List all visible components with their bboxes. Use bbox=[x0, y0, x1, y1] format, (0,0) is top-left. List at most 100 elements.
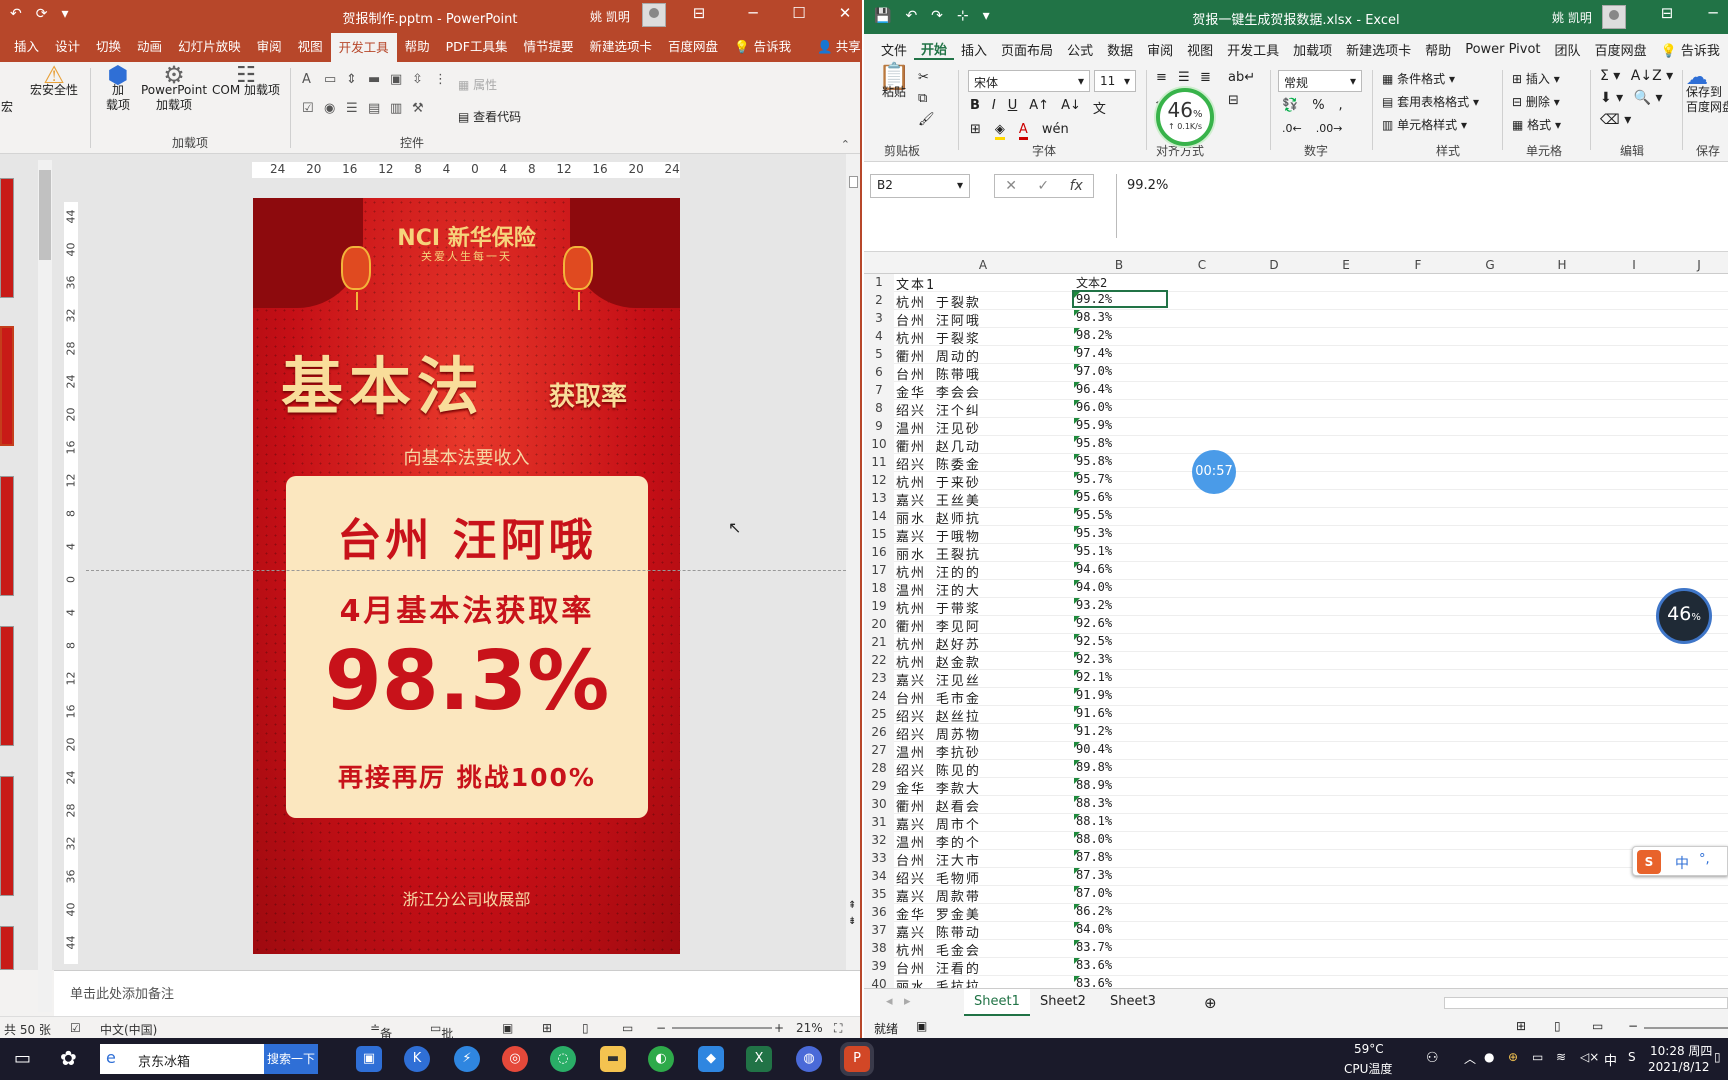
cell-b[interactable]: 94.0% bbox=[1074, 580, 1166, 594]
macros-button[interactable]: 宏 bbox=[0, 100, 14, 115]
tell-me[interactable]: 💡 告诉我 bbox=[1654, 40, 1727, 59]
cell-a[interactable]: 杭州 于裂浆 bbox=[894, 328, 1070, 347]
align-top-icon[interactable]: ≡ bbox=[1156, 70, 1178, 85]
cell-b[interactable]: 84.0% bbox=[1074, 922, 1166, 936]
tab-new[interactable]: 新建选项卡 bbox=[1339, 40, 1418, 59]
ribbon-display-icon[interactable]: ⊟ bbox=[676, 4, 722, 22]
table-row[interactable]: 14 丽水 赵师抗 95.5% bbox=[864, 508, 1728, 527]
table-row[interactable]: 34 绍兴 毛物师 87.3% bbox=[864, 868, 1728, 887]
border-icon[interactable]: ⊞ bbox=[970, 122, 981, 140]
sorter-view-icon[interactable]: ⊞ bbox=[542, 1021, 552, 1035]
tray-green-icon[interactable]: ● bbox=[1484, 1050, 1494, 1064]
column-header-e[interactable]: E bbox=[1310, 258, 1382, 272]
number-format-select[interactable]: 常规 ▾ bbox=[1278, 70, 1362, 92]
tab-animations[interactable]: 动画 bbox=[129, 32, 170, 62]
row-number[interactable]: 30 bbox=[864, 796, 894, 814]
row-number[interactable]: 16 bbox=[864, 544, 894, 562]
cell-a[interactable]: 丽水 王裂抗 bbox=[894, 544, 1070, 563]
cell-b[interactable]: 94.6% bbox=[1074, 562, 1166, 576]
table-row[interactable]: 31 嘉兴 周市个 88.1% bbox=[864, 814, 1728, 833]
wrap-text-icon[interactable]: ab↵ bbox=[1228, 70, 1255, 85]
ime-mode[interactable]: 中 bbox=[1675, 853, 1689, 873]
table-row[interactable]: 4 杭州 于裂浆 98.2% bbox=[864, 328, 1728, 347]
column-header-d[interactable]: D bbox=[1238, 258, 1310, 272]
cell-b[interactable]: 91.2% bbox=[1074, 724, 1166, 738]
tab-design[interactable]: 设计 bbox=[47, 32, 88, 62]
table-row[interactable]: 9 温州 汪见砂 95.9% bbox=[864, 418, 1728, 437]
tab-baidu[interactable]: 百度网盘 bbox=[660, 32, 726, 62]
row-number[interactable]: 33 bbox=[864, 850, 894, 868]
page-break-icon[interactable]: ▭ bbox=[1592, 1019, 1603, 1033]
cell-a[interactable]: 台州 汪阿哦 bbox=[894, 310, 1070, 329]
spellcheck-icon[interactable]: ☑ bbox=[70, 1021, 81, 1035]
chrome-icon[interactable]: ◎ bbox=[502, 1046, 528, 1072]
maximize-icon[interactable]: ☐ bbox=[776, 4, 822, 22]
cell-a[interactable]: 嘉兴 王丝美 bbox=[894, 490, 1070, 509]
row-number[interactable]: 19 bbox=[864, 598, 894, 616]
table-row[interactable]: 3 台州 汪阿哦 98.3% bbox=[864, 310, 1728, 329]
table-row[interactable]: 22 杭州 赵金款 92.3% bbox=[864, 652, 1728, 671]
cell-b[interactable]: 90.4% bbox=[1074, 742, 1166, 756]
wen-icon[interactable]: wén bbox=[1042, 122, 1069, 140]
row-number[interactable]: 15 bbox=[864, 526, 894, 544]
image-control-icon[interactable]: ▣ bbox=[390, 72, 412, 87]
table-row[interactable]: 6 台州 陈带哦 97.0% bbox=[864, 364, 1728, 383]
spin-control-icon[interactable]: ⇕ bbox=[346, 72, 368, 87]
insert-function-icon[interactable]: fx bbox=[1070, 178, 1083, 194]
cell-b[interactable]: 93.2% bbox=[1074, 598, 1166, 612]
volume-icon[interactable]: ◁× bbox=[1580, 1050, 1599, 1064]
column-header-i[interactable]: I bbox=[1598, 258, 1670, 272]
page-layout-icon[interactable]: ▯ bbox=[1554, 1019, 1561, 1033]
notification-icon[interactable]: ▯ bbox=[1714, 1050, 1721, 1064]
row-number[interactable]: 38 bbox=[864, 940, 894, 958]
macro-security-button[interactable]: ⚠ 宏安全性 bbox=[28, 63, 80, 98]
cell-a[interactable]: 文本1 bbox=[894, 274, 1070, 293]
row-number[interactable]: 6 bbox=[864, 364, 894, 382]
slide-guide-line[interactable] bbox=[86, 570, 846, 571]
slide-thumbnail[interactable] bbox=[0, 476, 14, 596]
table-row[interactable]: 7 金华 李会会 96.4% bbox=[864, 382, 1728, 401]
cell-a[interactable]: 绍兴 汪个纠 bbox=[894, 400, 1070, 419]
cell-a[interactable]: 温州 汪见砂 bbox=[894, 418, 1070, 437]
tab-view[interactable]: 视图 bbox=[290, 32, 331, 62]
table-row[interactable]: 2 杭州 于裂款 99.2% bbox=[864, 290, 1728, 311]
ppt-avatar[interactable] bbox=[642, 3, 666, 27]
table-row[interactable]: 37 嘉兴 陈带动 84.0% bbox=[864, 922, 1728, 941]
tab-team[interactable]: 团队 bbox=[1548, 40, 1588, 59]
worksheet-grid[interactable]: A B C D E F G H I J 1 文本1 文本2 2 杭州 于裂款 99.2% 3… bbox=[864, 256, 1728, 988]
cell-b[interactable]: 83.6% bbox=[1074, 958, 1166, 972]
cell-a[interactable]: 衢州 李见阿 bbox=[894, 616, 1070, 635]
row-number[interactable]: 25 bbox=[864, 706, 894, 724]
column-header-j[interactable]: J bbox=[1670, 258, 1728, 272]
font-color-icon[interactable]: A bbox=[1018, 122, 1028, 140]
cell-style-button[interactable]: ▥ 单元格样式 ▾ bbox=[1382, 116, 1479, 133]
cell-b[interactable]: 95.1% bbox=[1074, 544, 1166, 558]
memory-gauge[interactable]: 46% bbox=[1656, 588, 1712, 644]
cell-b[interactable]: 87.0% bbox=[1074, 886, 1166, 900]
row-number[interactable]: 31 bbox=[864, 814, 894, 832]
row-number[interactable]: 36 bbox=[864, 904, 894, 922]
table-row[interactable]: 28 绍兴 陈见的 89.8% bbox=[864, 760, 1728, 779]
cell-a[interactable]: 嘉兴 周市个 bbox=[894, 814, 1070, 833]
tab-page-layout[interactable]: 页面布局 bbox=[994, 40, 1060, 59]
cell-b[interactable]: 87.3% bbox=[1074, 868, 1166, 882]
thumbnail-scroll-thumb[interactable] bbox=[39, 170, 51, 260]
cell-b[interactable]: 95.6% bbox=[1074, 490, 1166, 504]
close-icon[interactable]: ✕ bbox=[822, 4, 868, 22]
cell-b[interactable]: 91.9% bbox=[1074, 688, 1166, 702]
cell-b[interactable]: 文本2 bbox=[1074, 274, 1166, 291]
cell-b[interactable]: 89.8% bbox=[1074, 760, 1166, 774]
cell-a[interactable]: 嘉兴 周款带 bbox=[894, 886, 1070, 905]
tab-addins[interactable]: 加载项 bbox=[1286, 40, 1339, 59]
ppt-scroll-thumb[interactable] bbox=[849, 176, 858, 188]
cell-a[interactable]: 温州 汪的大 bbox=[894, 580, 1070, 599]
bold-icon[interactable]: B bbox=[970, 98, 980, 117]
cell-b[interactable]: 88.3% bbox=[1074, 796, 1166, 810]
tab-new[interactable]: 新建选项卡 bbox=[582, 32, 661, 62]
sheet-tab-sheet2[interactable]: Sheet2 bbox=[1040, 994, 1086, 1009]
cell-a[interactable]: 台州 汪大市 bbox=[894, 850, 1070, 869]
cpu-temp[interactable]: 59°C bbox=[1354, 1042, 1384, 1056]
cell-b-selected[interactable]: 99.2% bbox=[1072, 290, 1168, 308]
thumbnail-scrollbar[interactable] bbox=[38, 160, 52, 1012]
listbox-control-icon[interactable]: ☰ bbox=[346, 101, 368, 116]
